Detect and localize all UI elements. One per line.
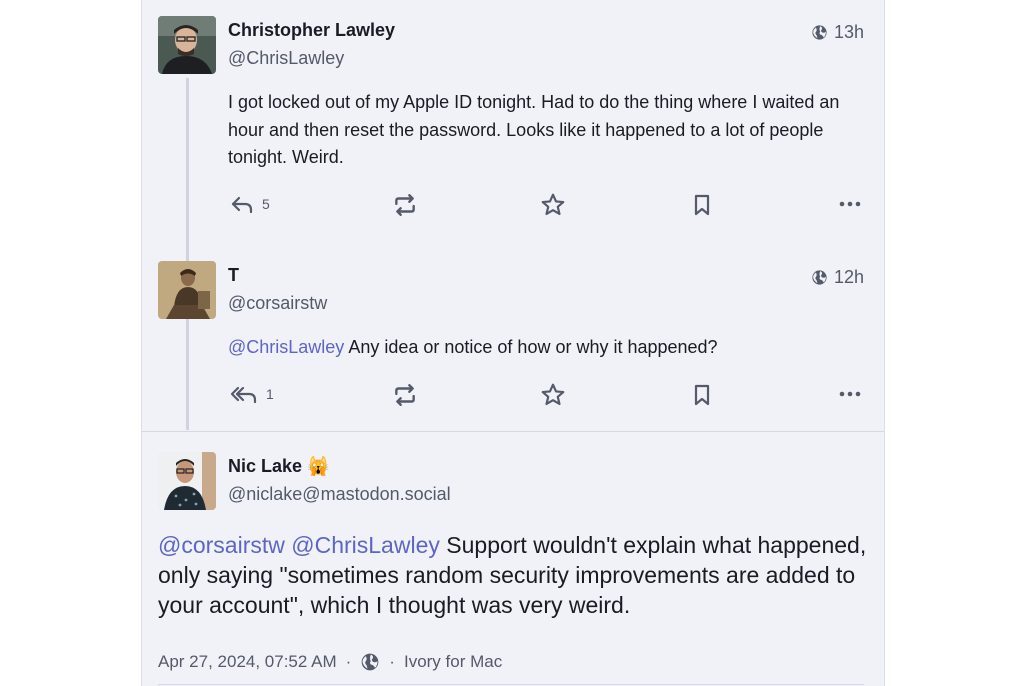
star-icon — [540, 382, 566, 408]
thread-line — [186, 78, 189, 430]
client-app[interactable]: Ivory for Mac — [404, 652, 502, 672]
boost-icon — [392, 192, 418, 218]
more-button[interactable] — [838, 192, 862, 216]
timeline-column: Christopher Lawley @ChrisLawley 13h I go… — [141, 0, 885, 686]
post-body: Any idea or notice of how or why it happ… — [348, 337, 718, 357]
post-actions: 5 — [228, 190, 868, 222]
separator: · — [345, 652, 352, 671]
custom-emoji: 🙀 — [307, 456, 330, 476]
mention-link[interactable]: @ChrisLawley — [228, 337, 344, 357]
bookmark-icon — [690, 192, 714, 218]
reply-button[interactable]: 5 — [230, 192, 270, 216]
reply-icon — [230, 192, 254, 216]
boost-button[interactable] — [392, 192, 418, 218]
bookmark-button[interactable] — [690, 192, 714, 218]
post-time[interactable]: 12h — [834, 267, 864, 288]
post-text: @corsairstw @ChrisLawley Support wouldn'… — [158, 530, 878, 620]
avatar[interactable] — [158, 452, 216, 510]
reply-button[interactable]: 1 — [230, 382, 274, 406]
post-actions: 1 — [228, 380, 868, 412]
display-name[interactable]: T — [228, 265, 239, 286]
post-time[interactable]: 13h — [834, 22, 864, 43]
favourite-button[interactable] — [540, 192, 566, 218]
post-text: @ChrisLawley Any idea or notice of how o… — [228, 334, 868, 362]
globe-icon — [360, 652, 380, 672]
reply-count: 5 — [262, 196, 270, 212]
reply-all-icon — [230, 382, 258, 406]
favourite-button[interactable] — [540, 382, 566, 408]
post-date[interactable]: Apr 27, 2024, 07:52 AM — [158, 652, 337, 672]
user-handle[interactable]: @ChrisLawley — [228, 48, 344, 69]
post-meta: 13h — [811, 22, 864, 43]
post-meta: 12h — [811, 267, 864, 288]
more-icon — [838, 192, 862, 216]
display-name[interactable]: Nic Lake 🙀 — [228, 456, 329, 477]
bookmark-icon — [690, 382, 714, 408]
globe-icon — [811, 24, 828, 41]
boost-icon — [392, 382, 418, 408]
user-handle[interactable]: @corsairstw — [228, 293, 327, 314]
more-icon — [838, 382, 862, 406]
star-icon — [540, 192, 566, 218]
divider — [158, 684, 864, 685]
avatar[interactable] — [158, 16, 216, 74]
post-details: Apr 27, 2024, 07:52 AM · · Ivory for Mac — [158, 652, 502, 672]
bookmark-button[interactable] — [690, 382, 714, 408]
display-name-text: Nic Lake — [228, 456, 303, 476]
divider — [142, 431, 884, 432]
post-text: I got locked out of my Apple ID tonight.… — [228, 92, 840, 167]
user-handle[interactable]: @niclake@mastodon.social — [228, 484, 451, 505]
separator: · — [389, 652, 395, 671]
mention-link[interactable]: @ChrisLawley — [291, 532, 440, 558]
avatar[interactable] — [158, 261, 216, 319]
more-button[interactable] — [838, 382, 862, 406]
mention-link[interactable]: @corsairstw — [158, 532, 285, 558]
reply-count: 1 — [266, 386, 274, 402]
globe-icon — [811, 269, 828, 286]
boost-button[interactable] — [392, 382, 418, 408]
display-name[interactable]: Christopher Lawley — [228, 20, 395, 41]
